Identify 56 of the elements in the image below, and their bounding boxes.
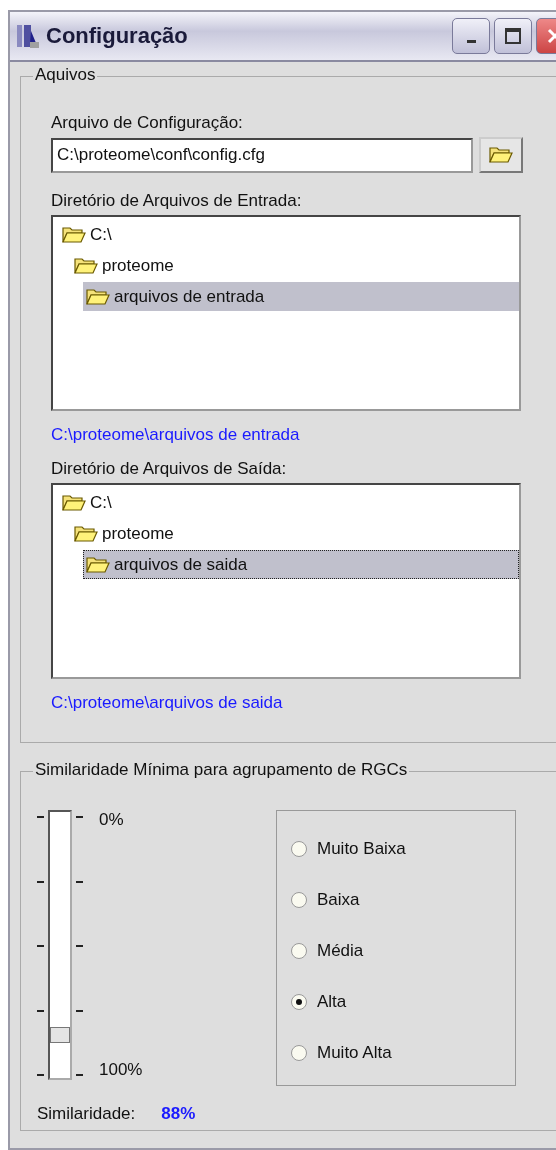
slider-thumb[interactable] [50,1027,70,1043]
tree-item[interactable]: C:\ [59,220,519,249]
radio-button[interactable] [291,892,307,908]
tree-item[interactable]: C:\ [59,488,519,517]
folder-icon [74,256,98,275]
radio-option[interactable]: Alta [291,990,515,1014]
path-text: C:\proteome\arquivos de entrada [51,425,301,445]
folder-icon [489,146,513,164]
tick-mark [37,945,44,947]
minimize-button[interactable] [452,18,490,54]
slider-track[interactable] [48,810,72,1080]
tree-item[interactable]: arquivos de entrada [83,282,519,311]
radio-option[interactable]: Muito Alta [291,1041,515,1065]
tree-item[interactable]: proteome [71,251,519,280]
window-title: Configuração [46,23,189,49]
folder-icon [62,493,86,512]
tick-mark [76,880,83,883]
path-text: C:\proteome\arquivos de saida [51,693,284,713]
radio-button[interactable] [291,994,307,1010]
app-icon [16,23,40,49]
output-folder-tree[interactable]: C:\ proteome arquivos de saida [51,483,521,679]
radio-option[interactable]: Muito Baixa [291,837,515,861]
radio-button[interactable] [291,1045,307,1061]
maximize-button[interactable] [494,18,532,54]
folder-icon [86,555,110,574]
minimize-icon [466,39,476,43]
radio-button[interactable] [291,943,307,959]
folder-icon [62,225,86,244]
tick-mark [76,1009,83,1012]
input-folder-tree[interactable]: C:\ proteome arquivos de entrada [51,215,521,411]
scale-label: 0% [99,810,125,830]
result-value: 88% [161,1104,196,1124]
tick-mark [76,945,83,947]
tick-mark [37,816,44,818]
radio-button[interactable] [291,841,307,857]
field-label: Arquivo de Configuração: [51,113,244,133]
result-label: Similaridade: [37,1104,136,1124]
tree-item[interactable]: proteome [71,519,519,548]
scale-label: 100% [99,1060,143,1080]
folder-icon [86,287,110,306]
group-title: Similaridade Mínima para agrupamento de RGCs [33,760,410,780]
radio-option[interactable]: Baixa [291,888,515,912]
tick-mark [37,880,44,883]
config-file-field[interactable]: C:\proteome\conf\config.cfg [51,137,473,173]
field-label: Diretório de Arquivos de Entrada: [51,191,303,211]
maximize-icon [503,26,523,46]
browse-button[interactable] [479,137,523,173]
group-title: Aquivos [33,65,98,85]
radio-option[interactable]: Média [291,939,515,963]
tick-mark [76,1074,83,1076]
folder-icon [74,524,98,543]
tree-item[interactable]: arquivos de saida [83,550,519,579]
tick-mark [37,1009,44,1012]
tick-mark [76,816,83,818]
field-label: Diretório de Arquivos de Saída: [51,459,288,479]
tick-mark [37,1074,44,1076]
